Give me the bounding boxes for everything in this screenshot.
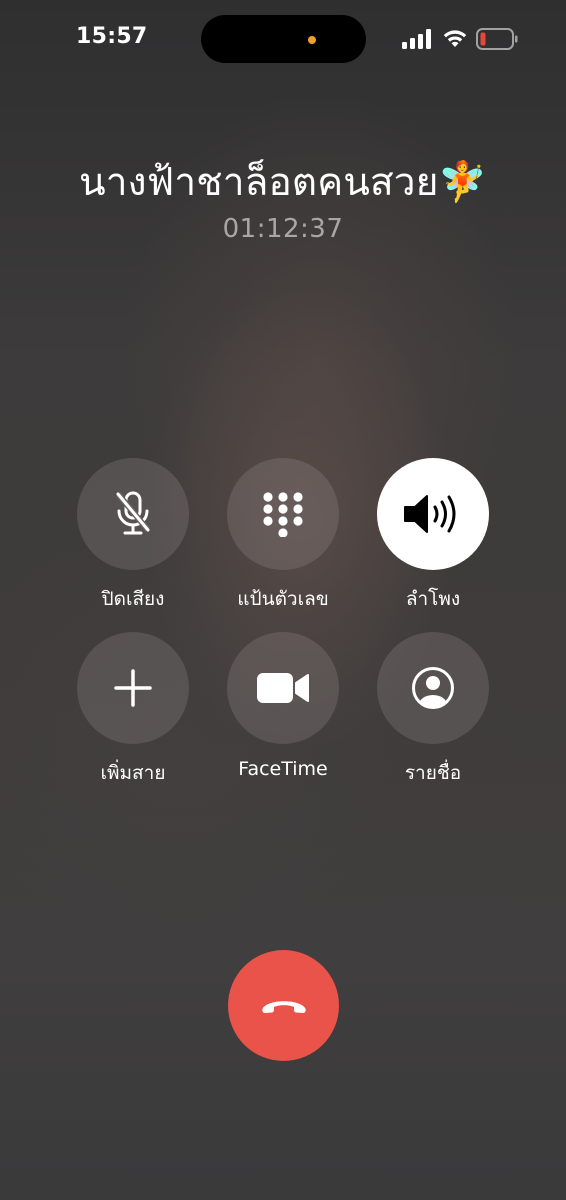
speaker-icon <box>404 495 456 533</box>
add-call-label: เพิ่มสาย <box>100 762 166 784</box>
speaker-button-circle[interactable] <box>377 458 489 570</box>
facetime-label: FaceTime <box>238 758 328 780</box>
add-call-button[interactable]: เพิ่มสาย <box>58 632 208 788</box>
facetime-button-circle[interactable] <box>227 632 339 744</box>
mute-label: ปิดเสียง <box>101 588 165 610</box>
keypad-button-circle[interactable] <box>227 458 339 570</box>
status-icons <box>400 26 520 52</box>
speaker-label: ลำโพง <box>405 588 461 610</box>
video-camera-icon <box>257 673 309 703</box>
caller-name: นางฟ้าชาล็อตคนสวย🧚 <box>79 160 487 205</box>
mute-button[interactable]: ปิดเสียง <box>58 458 208 614</box>
wifi-icon <box>443 30 467 47</box>
battery-low-icon <box>476 28 518 50</box>
contacts-button-circle[interactable] <box>377 632 489 744</box>
mute-button-circle[interactable] <box>77 458 189 570</box>
keypad-label: แป้นตัวเลข <box>237 588 329 610</box>
keypad-icon <box>263 492 303 537</box>
contacts-button[interactable]: รายชื่อ <box>358 632 508 788</box>
phone-hangup-icon <box>261 1000 306 1013</box>
facetime-button[interactable]: FaceTime <box>208 632 358 780</box>
end-call-button[interactable] <box>228 950 339 1061</box>
privacy-indicator-dot <box>308 36 316 44</box>
cellular-signal-icon <box>402 29 431 49</box>
contact-icon <box>412 667 454 709</box>
add-call-button-circle[interactable] <box>77 632 189 744</box>
status-time: 15:57 <box>76 24 148 49</box>
speaker-button[interactable]: ลำโพง <box>358 458 508 614</box>
contacts-label: รายชื่อ <box>404 762 462 784</box>
mic-muted-icon <box>115 491 151 535</box>
call-duration: 01:12:37 <box>222 214 344 244</box>
plus-icon <box>114 669 152 707</box>
keypad-button[interactable]: แป้นตัวเลข <box>208 458 358 614</box>
dynamic-island <box>201 15 366 63</box>
call-screen: 15:57 นางฟ้าชาล็อตคนสวย🧚 01:12:37 ปิดเสี… <box>0 0 566 1200</box>
